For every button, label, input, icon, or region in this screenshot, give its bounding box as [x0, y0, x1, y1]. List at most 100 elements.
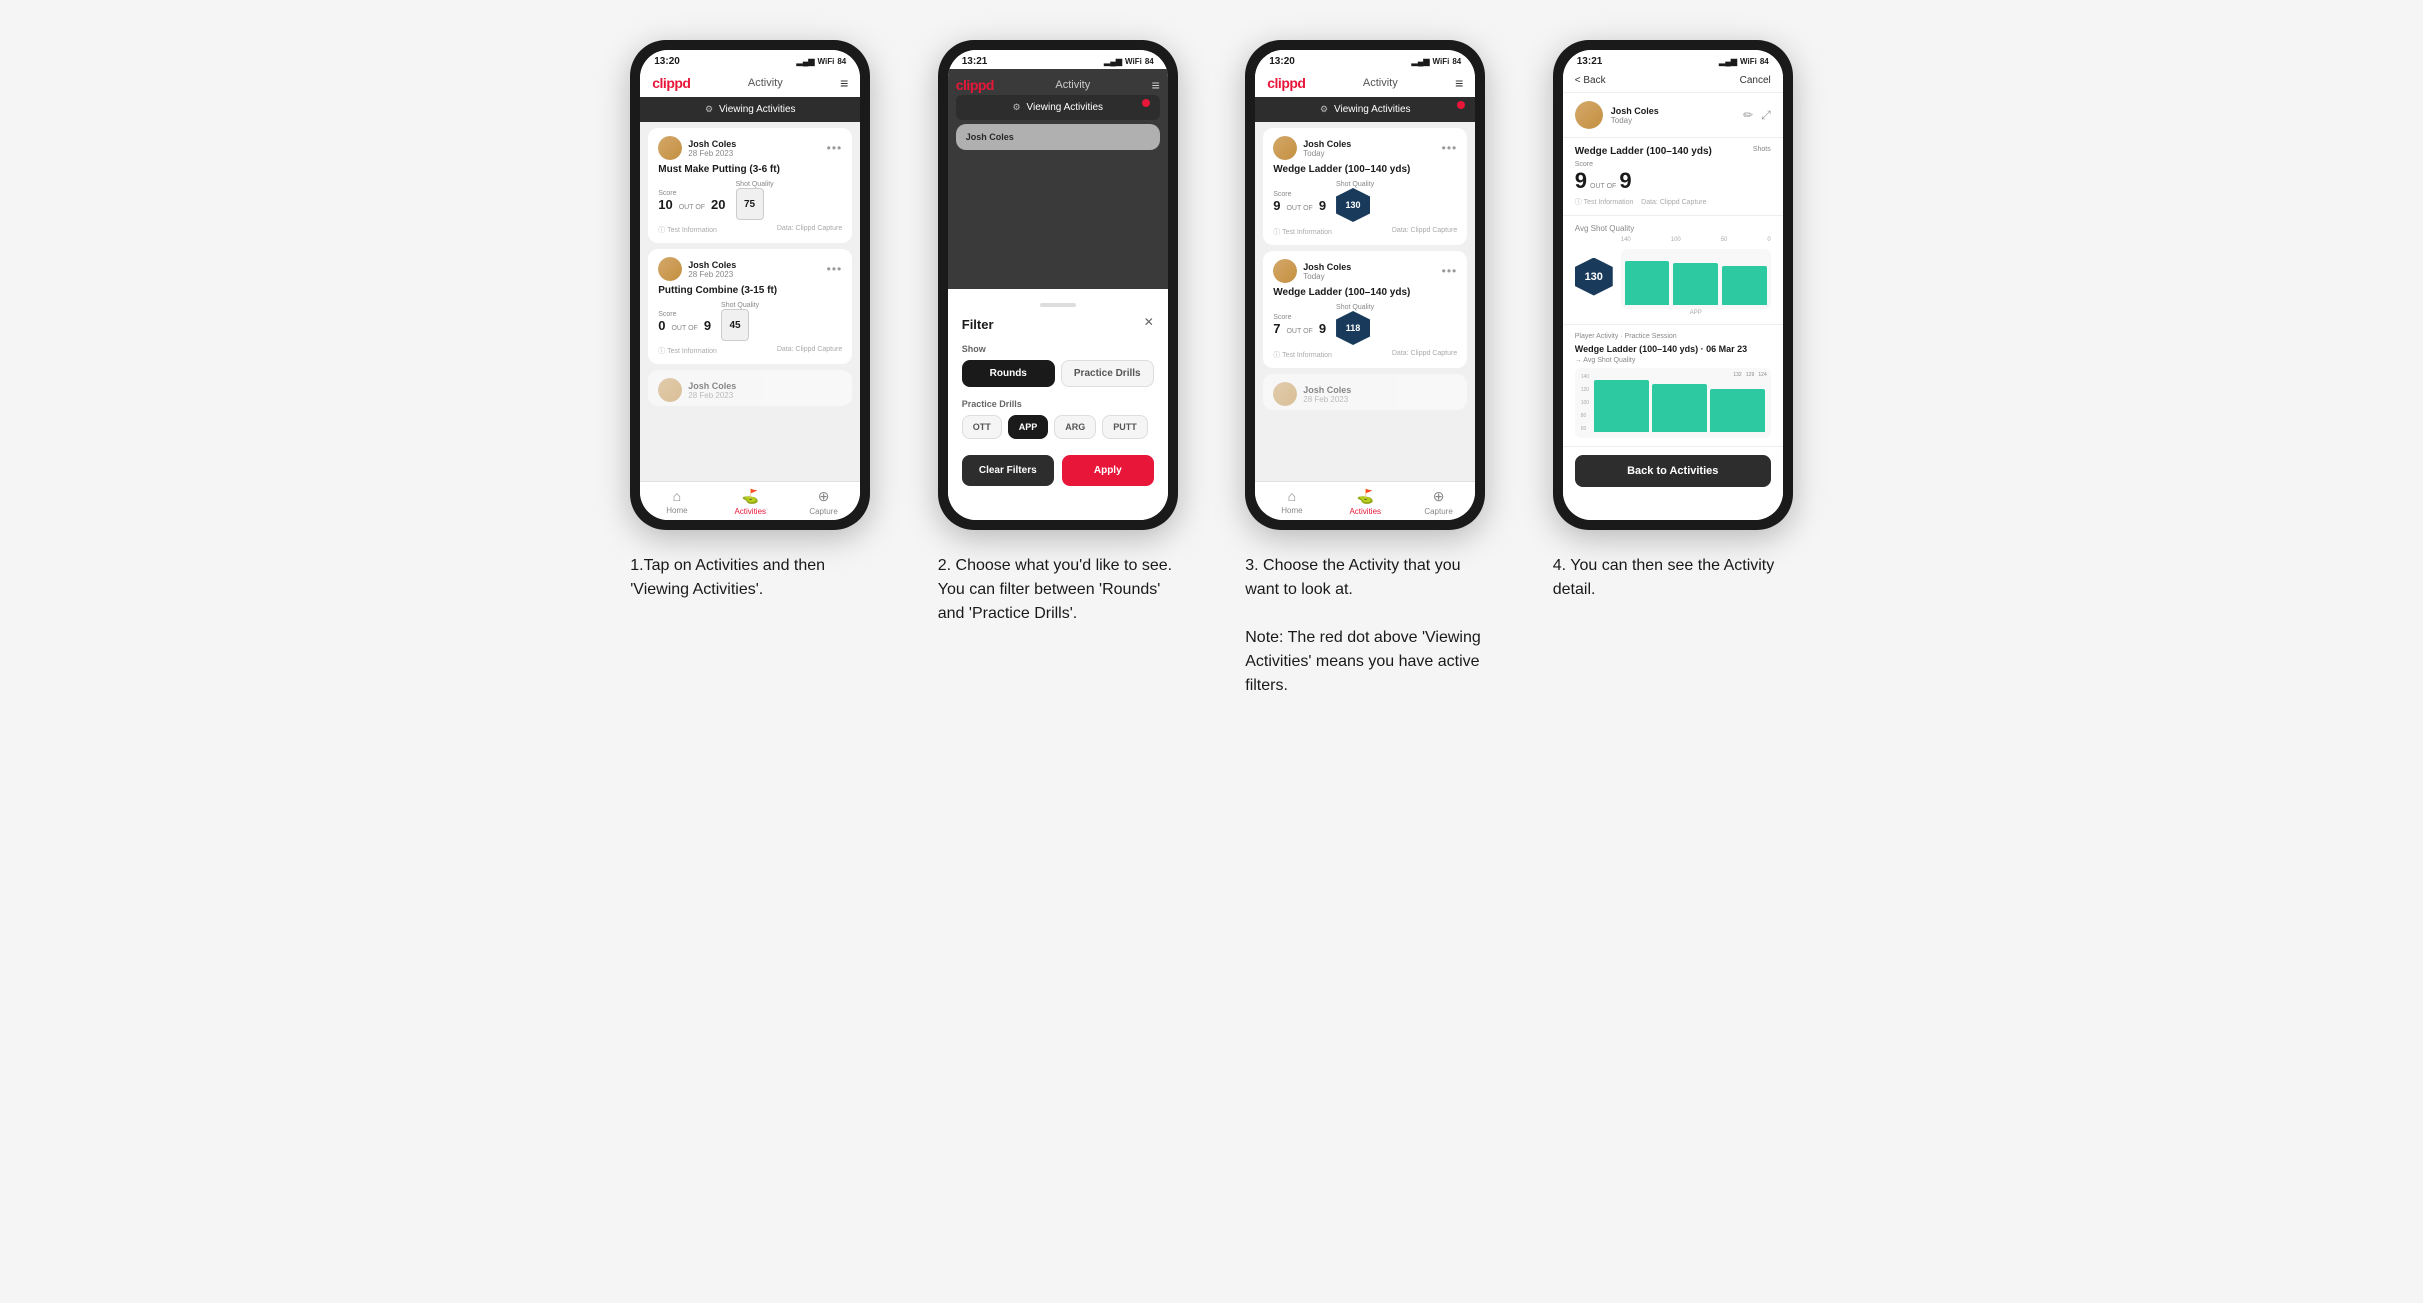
activity-card-1-1[interactable]: Josh Coles 28 Feb 2023 ••• Must Make Put…: [648, 128, 852, 243]
time-2: 13:21: [962, 56, 988, 67]
activity-title-1-1: Must Make Putting (3-6 ft): [658, 164, 842, 175]
nav-capture-1[interactable]: ⊕ Capture: [787, 488, 860, 516]
cancel-btn[interactable]: Cancel: [1740, 75, 1771, 86]
chart-y-axis: 140 100 50 0: [1621, 237, 1771, 243]
battery-icon-2: 84: [1145, 57, 1154, 66]
quality-hex-3-1: 130: [1336, 188, 1370, 222]
clear-filters-btn[interactable]: Clear Filters: [962, 455, 1054, 486]
nav-activities-1[interactable]: ⛳ Activities: [714, 488, 787, 516]
drill-btn-app[interactable]: APP: [1008, 415, 1049, 439]
user-info-3-2: Josh Coles Today: [1273, 259, 1351, 283]
score-value-1-1: 10: [658, 197, 672, 212]
home-icon-1: ⌂: [673, 488, 681, 504]
drill-btn-arg[interactable]: ARG: [1054, 415, 1096, 439]
capture-label-3: Capture: [1424, 507, 1452, 516]
activity-card-3-2[interactable]: Josh Coles Today ••• Wedge Ladder (100–1…: [1263, 251, 1467, 368]
footer-left-3-1: ⓘ Test Information: [1273, 227, 1332, 237]
score-label-3-1: Score: [1273, 191, 1326, 198]
quality-label-1-1: Shot Quality: [736, 181, 774, 188]
score-label-1-1: Score: [658, 190, 725, 197]
viewing-activities-banner-1[interactable]: ⚙ Viewing Activities: [640, 97, 860, 122]
nav-activities-3[interactable]: ⛳ Activities: [1329, 488, 1402, 516]
user-name-1-1: Josh Coles: [688, 139, 736, 149]
phone-4: 13:21 ▂▄▆ WiFi 84 < Back Cancel: [1553, 40, 1793, 530]
footer-right-1-1: Data: Clippd Capture: [777, 225, 842, 235]
filter-icon-2-bg: ⚙: [1012, 102, 1020, 113]
practice-drills-filter-btn[interactable]: Practice Drills: [1061, 360, 1154, 387]
filter-icon-1: ⚙: [705, 104, 713, 115]
fullscreen-icon[interactable]: ⤢: [1761, 108, 1771, 123]
screen2-user: Josh Coles: [966, 132, 1150, 142]
back-btn[interactable]: < Back: [1575, 75, 1606, 86]
status-bar-3: 13:20 ▂▄▆ WiFi 84: [1255, 50, 1475, 69]
avg-sq-row: 130 140 100 50 0: [1575, 237, 1771, 316]
viewing-activities-banner-3[interactable]: ⚙ Viewing Activities: [1255, 97, 1475, 122]
user-details-1-1: Josh Coles 28 Feb 2023: [688, 139, 736, 158]
score-col-value-row: 9 OUT OF 9: [1575, 168, 1632, 194]
outof-1-2: OUT OF: [671, 325, 697, 332]
app-logo-2: clippd: [956, 77, 994, 93]
user-details-3-2: Josh Coles Today: [1303, 262, 1351, 281]
more-dots-1-2[interactable]: •••: [827, 262, 843, 276]
edit-icon[interactable]: ✏: [1743, 108, 1753, 123]
modal-close-btn[interactable]: ✕: [1144, 315, 1154, 329]
more-dots-3-1[interactable]: •••: [1442, 141, 1458, 155]
step-2-col: 13:21 ▂▄▆ WiFi 84 clippd Activity ≡: [919, 40, 1197, 626]
signal-icon-1: ▂▄▆: [797, 57, 815, 66]
phone-3-screen: 13:20 ▂▄▆ WiFi 84 clippd Activity ≡ ⚙: [1255, 50, 1475, 520]
back-to-activities-btn[interactable]: Back to Activities: [1575, 455, 1771, 487]
user-info-1-3: Josh Coles 28 Feb 2023: [658, 378, 736, 402]
hamburger-icon-2: ≡: [1152, 77, 1160, 93]
avg-sq-note: → Avg Shot Quality: [1575, 357, 1771, 364]
activity-card-3-3[interactable]: Josh Coles 28 Feb 2023: [1263, 374, 1467, 410]
outof-3-1: OUT OF: [1286, 205, 1312, 212]
step-4-col: 13:21 ▂▄▆ WiFi 84 < Back Cancel: [1534, 40, 1812, 602]
detail-user-date: Today: [1611, 116, 1659, 125]
status-icons-1: ▂▄▆ WiFi 84: [797, 57, 847, 66]
user-date-1-2: 28 Feb 2023: [688, 270, 736, 279]
stat-score-1-1: Score 10 OUT OF 20: [658, 190, 725, 212]
filter-icon-3: ⚙: [1320, 104, 1328, 115]
nav-capture-3[interactable]: ⊕ Capture: [1402, 488, 1475, 516]
step-1-description: 1.Tap on Activities and then 'Viewing Ac…: [630, 554, 870, 602]
app-header-1: clippd Activity ≡: [640, 69, 860, 97]
outof-1-1: OUT OF: [679, 204, 705, 211]
nav-home-3[interactable]: ⌂ Home: [1255, 488, 1328, 516]
activity-card-1-2[interactable]: Josh Coles 28 Feb 2023 ••• Putting Combi…: [648, 249, 852, 364]
shots-value-3-2: 9: [1319, 321, 1326, 336]
activity-card-1-3[interactable]: Josh Coles 28 Feb 2023: [648, 370, 852, 406]
signal-icon-2: ▂▄▆: [1104, 57, 1122, 66]
quality-hex-3-2: 118: [1336, 311, 1370, 345]
activities-label-1: Activities: [734, 507, 766, 516]
red-dot-3: [1457, 101, 1465, 109]
phone-3: 13:20 ▂▄▆ WiFi 84 clippd Activity ≡ ⚙: [1245, 40, 1485, 530]
hamburger-icon-3[interactable]: ≡: [1455, 75, 1463, 91]
status-bar-1: 13:20 ▂▄▆ WiFi 84: [640, 50, 860, 69]
activity-card-3-1[interactable]: Josh Coles Today ••• Wedge Ladder (100–1…: [1263, 128, 1467, 245]
more-dots-1-1[interactable]: •••: [827, 141, 843, 155]
more-dots-3-2[interactable]: •••: [1442, 264, 1458, 278]
phone-2: 13:21 ▂▄▆ WiFi 84 clippd Activity ≡: [938, 40, 1178, 530]
shots-value-3-1: 9: [1319, 198, 1326, 213]
drill-btn-ott[interactable]: OTT: [962, 415, 1002, 439]
score-col-label: Score: [1575, 161, 1632, 168]
detail-title-2: Wedge Ladder (100–140 yds) · 06 Mar 23: [1575, 344, 1771, 354]
hamburger-icon-1[interactable]: ≡: [840, 75, 848, 91]
footer-right-3-1: Data: Clippd Capture: [1392, 227, 1457, 237]
user-name-3-3: Josh Coles: [1303, 385, 1351, 395]
score-label-3-2: Score: [1273, 314, 1326, 321]
step-1-col: 13:20 ▂▄▆ WiFi 84 clippd Activity ≡ ⚙: [612, 40, 890, 602]
score-inline-1-1: 10 OUT OF 20: [658, 197, 725, 212]
rounds-filter-btn[interactable]: Rounds: [962, 360, 1055, 387]
nav-home-1[interactable]: ⌂ Home: [640, 488, 713, 516]
drill-btn-putt[interactable]: PUTT: [1102, 415, 1148, 439]
stats-row-1-1: Score 10 OUT OF 20 Shot Quality 75: [658, 181, 842, 220]
detail-score-section: Wedge Ladder (100–140 yds) Score 9 OUT O…: [1563, 138, 1783, 216]
apply-btn[interactable]: Apply: [1062, 455, 1154, 486]
score-value-3-1: 9: [1273, 198, 1280, 213]
chart-bar-1: [1625, 261, 1670, 305]
battery-icon-1: 84: [837, 57, 846, 66]
quality-label-1-2: Shot Quality: [721, 302, 759, 309]
phone-1: 13:20 ▂▄▆ WiFi 84 clippd Activity ≡ ⚙: [630, 40, 870, 530]
chart-area: [1621, 249, 1771, 309]
